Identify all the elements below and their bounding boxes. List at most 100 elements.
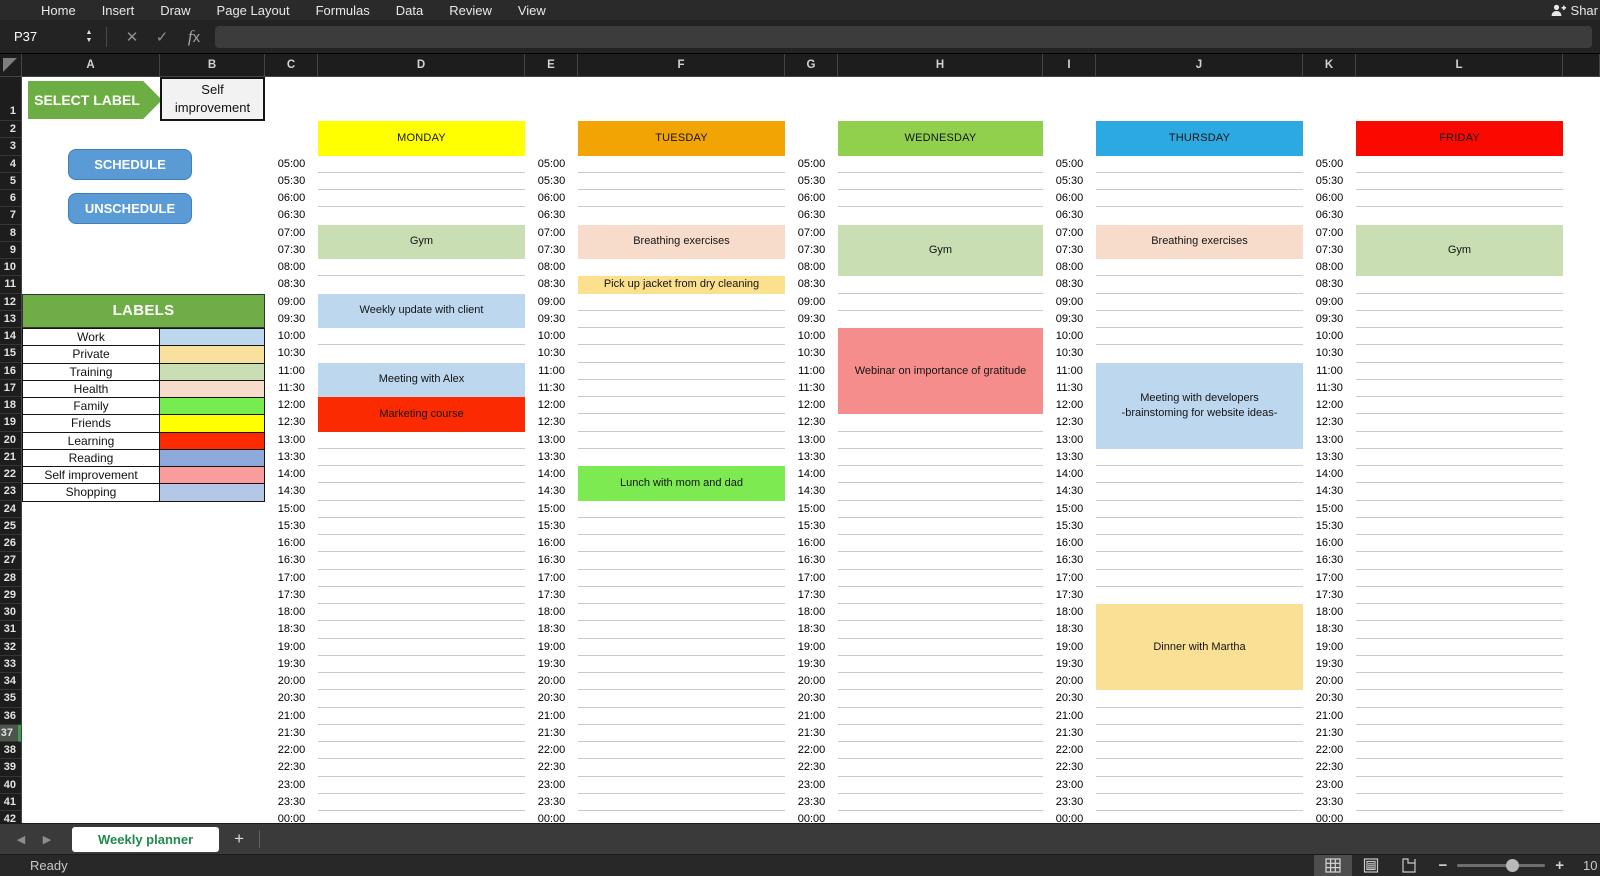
zoom-out-button[interactable]: −	[1438, 858, 1447, 873]
label-color-swatch[interactable]	[160, 484, 265, 501]
row-header-29[interactable]: 29	[0, 587, 21, 604]
row-header-22[interactable]: 22	[0, 466, 21, 483]
row-header-28[interactable]: 28	[0, 570, 21, 587]
selected-label-cell[interactable]: Self improvement	[160, 77, 265, 121]
row-header-18[interactable]: 18	[0, 397, 21, 414]
row-header-1[interactable]: 1	[0, 77, 21, 121]
formula-input[interactable]	[215, 26, 1592, 48]
row-header-2[interactable]: 2	[0, 121, 21, 138]
label-color-swatch[interactable]	[160, 467, 265, 484]
add-sheet-button[interactable]: +	[219, 829, 259, 849]
label-name-cell[interactable]: Friends	[22, 415, 160, 432]
row-header-41[interactable]: 41	[0, 794, 21, 811]
select-label-button[interactable]: SELECT LABEL	[28, 81, 162, 119]
event-block-breathing-exercises[interactable]: Breathing exercises	[578, 225, 785, 260]
column-header-G[interactable]: G	[785, 54, 838, 76]
row-header-42[interactable]: 42	[0, 811, 21, 823]
event-block-gym[interactable]: Gym	[1356, 225, 1563, 277]
row-header-36[interactable]: 36	[0, 708, 21, 725]
label-name-cell[interactable]: Family	[22, 398, 160, 415]
page-break-view-button[interactable]	[1390, 855, 1428, 876]
event-block-weekly-update-with-client[interactable]: Weekly update with client	[318, 294, 525, 329]
confirm-icon[interactable]: ✓	[147, 28, 177, 46]
row-header-39[interactable]: 39	[0, 759, 21, 776]
normal-view-button[interactable]	[1314, 855, 1352, 876]
unschedule-button[interactable]: UNSCHEDULE	[68, 193, 192, 224]
event-block-pick-up-jacket-from-dry-cleaning[interactable]: Pick up jacket from dry cleaning	[578, 276, 785, 293]
menu-item-view[interactable]: View	[505, 3, 559, 18]
cancel-icon[interactable]: ✕	[117, 28, 147, 46]
select-all-corner[interactable]	[0, 54, 22, 77]
event-block-breathing-exercises[interactable]: Breathing exercises	[1096, 225, 1303, 260]
column-header-C[interactable]: C	[265, 54, 318, 76]
name-box[interactable]: P37	[0, 29, 80, 44]
event-block-dinner-with-martha[interactable]: Dinner with Martha	[1096, 604, 1303, 690]
schedule-button[interactable]: SCHEDULE	[68, 149, 192, 180]
row-header-37[interactable]: 37	[0, 725, 21, 742]
share-button[interactable]: Shar	[1551, 0, 1598, 20]
label-color-swatch[interactable]	[160, 329, 265, 346]
menu-item-page-layout[interactable]: Page Layout	[204, 3, 303, 18]
row-header-30[interactable]: 30	[0, 604, 21, 621]
row-header-13[interactable]: 13	[0, 311, 21, 328]
label-color-swatch[interactable]	[160, 415, 265, 432]
row-header-11[interactable]: 11	[0, 276, 21, 293]
row-header-25[interactable]: 25	[0, 518, 21, 535]
menu-item-formulas[interactable]: Formulas	[303, 3, 383, 18]
row-header-4[interactable]: 4	[0, 156, 21, 173]
sheet-tab-weekly-planner[interactable]: Weekly planner	[72, 827, 219, 852]
row-header-20[interactable]: 20	[0, 432, 21, 449]
row-header-8[interactable]: 8	[0, 225, 21, 242]
column-header-L[interactable]: L	[1356, 54, 1563, 76]
zoom-in-button[interactable]: +	[1555, 858, 1564, 873]
label-color-swatch[interactable]	[160, 433, 265, 450]
event-block-meeting-with-developers[interactable]: Meeting with developers-brainstoming for…	[1096, 363, 1303, 449]
row-header-33[interactable]: 33	[0, 656, 21, 673]
column-header-F[interactable]: F	[578, 54, 785, 76]
label-name-cell[interactable]: Self improvement	[22, 467, 160, 484]
tab-scroll-right-icon[interactable]: ▶	[34, 833, 60, 846]
label-name-cell[interactable]: Private	[22, 346, 160, 363]
column-header-J[interactable]: J	[1096, 54, 1303, 76]
menu-item-data[interactable]: Data	[383, 3, 436, 18]
row-header-24[interactable]: 24	[0, 501, 21, 518]
row-header-40[interactable]: 40	[0, 777, 21, 794]
event-block-gym[interactable]: Gym	[838, 225, 1043, 277]
row-header-23[interactable]: 23	[0, 483, 21, 500]
label-name-cell[interactable]: Learning	[22, 433, 160, 450]
row-header-38[interactable]: 38	[0, 742, 21, 759]
column-header-I[interactable]: I	[1043, 54, 1096, 76]
label-name-cell[interactable]: Reading	[22, 450, 160, 467]
row-header-34[interactable]: 34	[0, 673, 21, 690]
row-header-17[interactable]: 17	[0, 380, 21, 397]
zoom-slider-thumb[interactable]	[1506, 859, 1519, 872]
event-block-meeting-with-alex[interactable]: Meeting with Alex	[318, 363, 525, 398]
row-header-12[interactable]: 12	[0, 294, 21, 311]
row-header-6[interactable]: 6	[0, 190, 21, 207]
label-color-swatch[interactable]	[160, 450, 265, 467]
label-color-swatch[interactable]	[160, 364, 265, 381]
row-header-3[interactable]: 3	[0, 138, 21, 155]
label-name-cell[interactable]: Health	[22, 381, 160, 398]
label-name-cell[interactable]: Training	[22, 364, 160, 381]
row-header-7[interactable]: 7	[0, 207, 21, 224]
column-header-D[interactable]: D	[318, 54, 525, 76]
label-name-cell[interactable]: Work	[22, 329, 160, 346]
label-name-cell[interactable]: Shopping	[22, 484, 160, 501]
menu-item-draw[interactable]: Draw	[147, 3, 203, 18]
row-header-5[interactable]: 5	[0, 173, 21, 190]
label-color-swatch[interactable]	[160, 398, 265, 415]
row-header-14[interactable]: 14	[0, 328, 21, 345]
event-block-webinar-on-importance-of-gratitude[interactable]: Webinar on importance of gratitude	[838, 328, 1043, 414]
tab-scroll-left-icon[interactable]: ◀	[8, 833, 34, 846]
row-header-26[interactable]: 26	[0, 535, 21, 552]
row-header-31[interactable]: 31	[0, 621, 21, 638]
row-header-19[interactable]: 19	[0, 414, 21, 431]
row-header-16[interactable]: 16	[0, 363, 21, 380]
row-header-21[interactable]: 21	[0, 449, 21, 466]
column-header-H[interactable]: H	[838, 54, 1043, 76]
menu-item-review[interactable]: Review	[436, 3, 505, 18]
column-header-partial[interactable]	[1563, 54, 1600, 76]
zoom-slider[interactable]	[1457, 864, 1545, 867]
row-header-32[interactable]: 32	[0, 639, 21, 656]
